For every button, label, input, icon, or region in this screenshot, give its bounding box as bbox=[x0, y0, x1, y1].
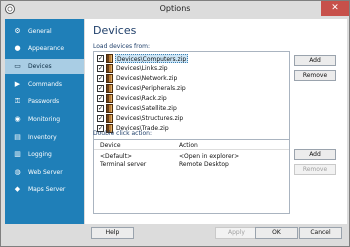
load-devices-label: Load devices from: bbox=[93, 43, 151, 50]
sidebar-item-label: Web Server bbox=[28, 169, 63, 176]
sidebar-item-general[interactable]: ⚙ General bbox=[5, 24, 84, 39]
archive-icon bbox=[106, 74, 113, 83]
archive-icon bbox=[106, 84, 113, 93]
palette-icon: ● bbox=[14, 44, 21, 52]
archive-icon bbox=[106, 104, 113, 113]
archive-icon bbox=[106, 94, 113, 103]
cancel-button[interactable]: Cancel bbox=[299, 227, 342, 239]
sidebar-item-commands[interactable]: ▶ Commands bbox=[5, 77, 84, 92]
list-item[interactable]: ✓ Devices\Network.zip bbox=[95, 74, 288, 83]
checkbox[interactable]: ✓ bbox=[97, 105, 104, 112]
sidebar-item-maps-server[interactable]: ◆ Maps Server bbox=[5, 182, 84, 197]
list-item-label: Devices\Satellite.zip bbox=[116, 105, 177, 112]
table-row[interactable]: <Default> <Open in explorer> bbox=[94, 153, 289, 161]
checkbox[interactable]: ✓ bbox=[97, 75, 104, 82]
table-cell: <Default> bbox=[100, 153, 132, 160]
list-item[interactable]: ✓ Devices\Satellite.zip bbox=[95, 104, 288, 113]
sidebar-item-label: Inventory bbox=[28, 134, 57, 141]
command-icon: ▶ bbox=[14, 80, 21, 88]
list-item-label: Devices\Peripherals.zip bbox=[116, 85, 186, 92]
list-item-label: Devices\Links.zip bbox=[116, 65, 168, 72]
page-title: Devices bbox=[93, 24, 137, 37]
list-item[interactable]: ✓ Devices\Computers.zip bbox=[95, 54, 288, 63]
map-icon: ◆ bbox=[14, 185, 21, 193]
add-action-button[interactable]: Add bbox=[294, 149, 336, 160]
table-cell: Remote Desktop bbox=[179, 161, 229, 168]
monitor-icon: ◉ bbox=[14, 115, 21, 123]
archive-icon bbox=[106, 114, 113, 123]
key-icon: ⚿ bbox=[14, 97, 21, 105]
action-table[interactable]: Device Action <Default> <Open in explore… bbox=[93, 139, 290, 214]
sidebar-item-logging[interactable]: ▥ Logging bbox=[5, 147, 84, 162]
list-item[interactable]: ✓ Devices\Links.zip bbox=[95, 64, 288, 73]
title-bar[interactable]: Options ✕ bbox=[1, 1, 349, 18]
table-header: Device Action bbox=[94, 140, 289, 150]
sidebar-item-label: Logging bbox=[28, 151, 52, 158]
gear-icon: ⚙ bbox=[14, 27, 21, 35]
devices-listbox[interactable]: ✓ Devices\Computers.zip ✓ Devices\Links.… bbox=[93, 51, 290, 142]
list-item-label: Devices\Rack.zip bbox=[116, 95, 167, 102]
column-header-action[interactable]: Action bbox=[179, 142, 198, 149]
remove-action-button[interactable]: Remove bbox=[294, 164, 336, 175]
checkbox[interactable]: ✓ bbox=[97, 95, 104, 102]
close-button[interactable]: ✕ bbox=[321, 1, 349, 16]
options-window: Options ✕ ⚙ General ● Appearance ▭ Devic… bbox=[0, 0, 350, 247]
list-item[interactable]: ✓ Devices\Structures.zip bbox=[95, 114, 288, 123]
column-header-device[interactable]: Device bbox=[100, 142, 121, 149]
sidebar-item-label: Maps Server bbox=[28, 186, 66, 193]
sidebar: ⚙ General ● Appearance ▭ Devices ▶ Comma… bbox=[5, 19, 84, 224]
window-title: Options bbox=[159, 4, 191, 13]
table-cell: Terminal server bbox=[100, 161, 147, 168]
sidebar-item-monitoring[interactable]: ◉ Monitoring bbox=[5, 112, 84, 127]
list-item-label: Devices\Network.zip bbox=[116, 75, 178, 82]
sidebar-item-label: General bbox=[28, 28, 52, 35]
checkbox[interactable]: ✓ bbox=[97, 85, 104, 92]
table-cell: <Open in explorer> bbox=[179, 153, 240, 160]
checkbox[interactable]: ✓ bbox=[97, 55, 104, 62]
sidebar-item-label: Commands bbox=[28, 81, 62, 88]
ok-button[interactable]: OK bbox=[255, 227, 298, 239]
sidebar-item-web-server[interactable]: ◍ Web Server bbox=[5, 165, 84, 180]
log-icon: ▥ bbox=[14, 150, 21, 158]
devices-panel: Devices Load devices from: ✓ Devices\Com… bbox=[85, 19, 347, 224]
device-icon: ▭ bbox=[14, 62, 21, 70]
double-click-label: Double click action: bbox=[93, 130, 152, 137]
remove-device-button[interactable]: Remove bbox=[294, 70, 336, 81]
list-item[interactable]: ✓ Devices\Rack.zip bbox=[95, 94, 288, 103]
checkbox[interactable]: ✓ bbox=[97, 65, 104, 72]
list-item-label: Devices\Computers.zip bbox=[115, 54, 189, 63]
globe-icon: ◍ bbox=[14, 168, 21, 176]
archive-icon bbox=[106, 54, 113, 63]
sidebar-item-label: Appearance bbox=[28, 45, 65, 52]
inventory-icon: ▤ bbox=[14, 133, 21, 141]
checkbox[interactable]: ✓ bbox=[97, 115, 104, 122]
apply-button[interactable]: Apply bbox=[215, 227, 258, 239]
sidebar-item-label: Passwords bbox=[28, 98, 60, 105]
sidebar-item-label: Monitoring bbox=[28, 116, 61, 123]
list-item-label: Devices\Structures.zip bbox=[116, 115, 184, 122]
help-button[interactable]: Help bbox=[91, 227, 134, 239]
archive-icon bbox=[106, 64, 113, 73]
table-row[interactable]: Terminal server Remote Desktop bbox=[94, 161, 289, 169]
sidebar-item-appearance[interactable]: ● Appearance bbox=[5, 41, 84, 56]
sidebar-item-devices[interactable]: ▭ Devices bbox=[5, 59, 84, 74]
list-item[interactable]: ✓ Devices\Peripherals.zip bbox=[95, 84, 288, 93]
sidebar-item-passwords[interactable]: ⚿ Passwords bbox=[5, 94, 84, 109]
add-device-button[interactable]: Add bbox=[294, 55, 336, 66]
sidebar-item-inventory[interactable]: ▤ Inventory bbox=[5, 130, 84, 145]
sidebar-item-label: Devices bbox=[28, 63, 52, 70]
